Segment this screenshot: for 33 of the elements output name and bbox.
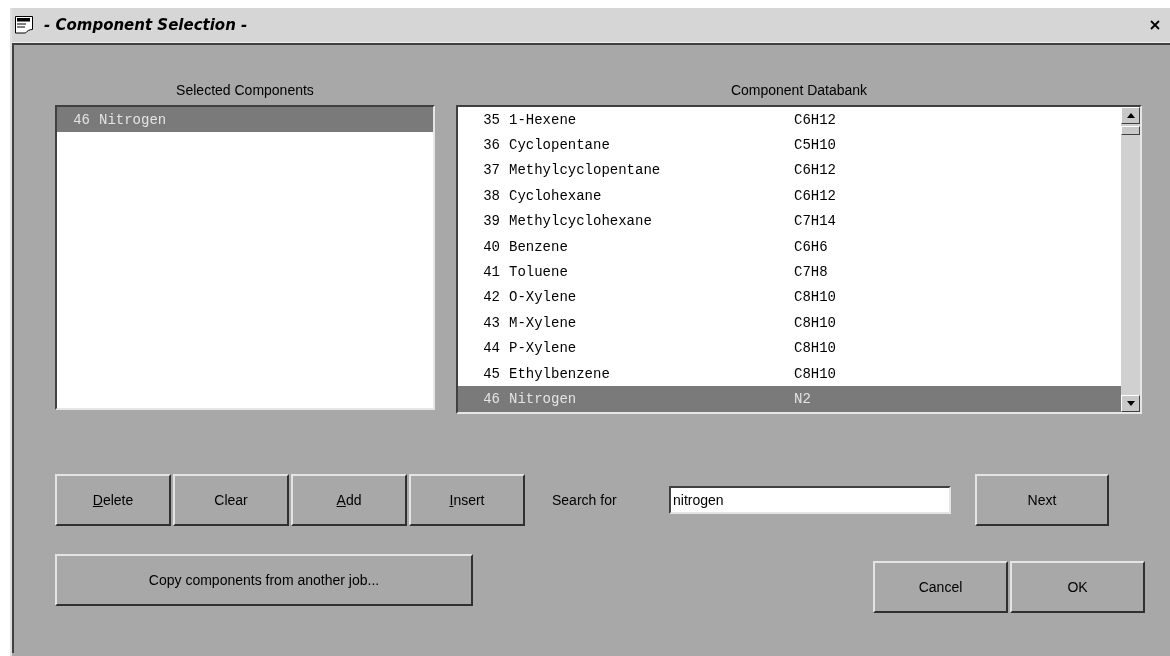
- scroll-up-button[interactable]: [1121, 107, 1140, 124]
- button[interactable]: Insert: [409, 474, 525, 526]
- close-icon: [1150, 20, 1160, 30]
- list-item[interactable]: 35 1-Hexene C6H12: [458, 107, 1121, 133]
- cancel-button[interactable]: Cancel: [873, 561, 1008, 613]
- ok-button[interactable]: OK: [1010, 561, 1145, 613]
- list-item[interactable]: 42 O-Xylene C8H10: [458, 284, 1121, 311]
- list-item[interactable]: 45 Ethylbenzene C8H10: [458, 360, 1121, 387]
- up-arrow-icon: [1126, 113, 1135, 118]
- copy-button[interactable]: Copy components from another job...: [55, 554, 473, 606]
- next-button[interactable]: Next: [975, 474, 1109, 526]
- scrollbar[interactable]: [1121, 107, 1140, 412]
- list-heading: Component Databank: [730, 81, 868, 100]
- list-item[interactable]: 36 Cyclopentane C5H10: [458, 132, 1121, 158]
- list-item[interactable]: 46 Nitrogen N2: [458, 386, 1121, 412]
- button[interactable]: Clear: [173, 474, 289, 526]
- document-icon: [14, 15, 34, 35]
- list-item[interactable]: 41 Toluene C7H8: [458, 259, 1121, 285]
- list-item[interactable]: 43 M-Xylene C8H10: [458, 310, 1121, 336]
- list-item[interactable]: 40 Benzene C6H6: [458, 233, 1121, 260]
- search-field[interactable]: nitrogen: [669, 486, 951, 514]
- window-title: - Component Selection -: [44, 16, 249, 34]
- list-item[interactable]: 37 Methylcyclopentane C6H12: [458, 157, 1121, 184]
- button[interactable]: Add: [291, 474, 407, 526]
- list-item[interactable]: 39 Methylcyclohexane C7H14: [458, 208, 1121, 234]
- down-arrow-icon: [1126, 401, 1135, 406]
- list-item[interactable]: 38 Cyclohexane C6H12: [458, 183, 1121, 209]
- list-item[interactable]: 44 P-Xylene C8H10: [458, 335, 1121, 361]
- list-heading: Selected Components: [176, 81, 314, 100]
- scroll-down-button[interactable]: [1121, 395, 1140, 412]
- scroll-thumb[interactable]: [1121, 126, 1140, 135]
- button[interactable]: Delete: [55, 474, 171, 526]
- search-label: Search for: [552, 492, 618, 508]
